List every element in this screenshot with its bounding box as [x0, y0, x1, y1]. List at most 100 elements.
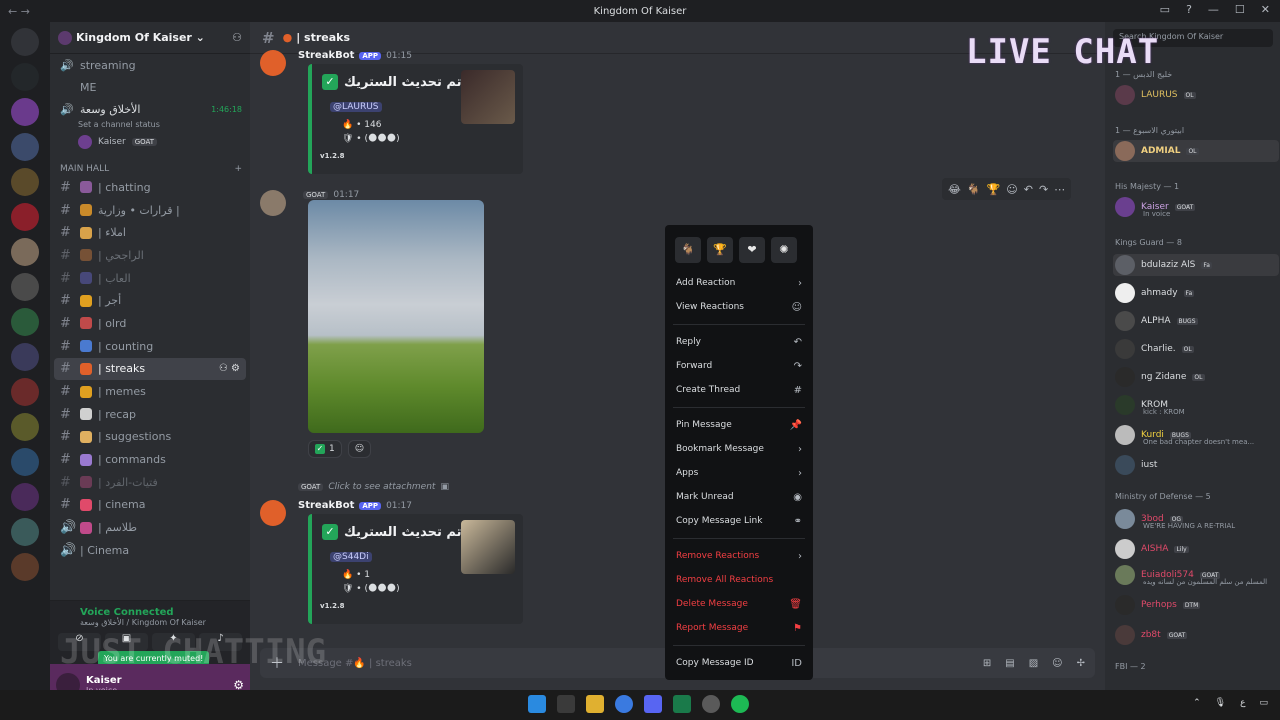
obs-icon[interactable]	[702, 695, 720, 713]
remove-reactions-menu-item[interactable]: Remove Reactions ›	[673, 544, 805, 568]
server-icon[interactable]	[11, 133, 39, 161]
member-row[interactable]: ahmady Fa	[1113, 282, 1279, 304]
gift-icon[interactable]: ⊞	[983, 658, 991, 669]
goat-emoji-icon[interactable]: 🐐	[675, 237, 701, 263]
avatar[interactable]	[260, 500, 286, 526]
member-row[interactable]: ng Zidane OL	[1113, 366, 1279, 388]
delete-menu-item[interactable]: Delete Message 🗑	[673, 592, 805, 616]
add-reaction-menu-item[interactable]: Add Reaction ›	[673, 271, 805, 295]
add-channel-icon[interactable]: +	[234, 164, 242, 174]
server-icon[interactable]	[11, 483, 39, 511]
channel-item[interactable]: # | recap	[54, 403, 246, 426]
server-icon[interactable]	[11, 343, 39, 371]
member-row[interactable]: Kaiser GOAT In voice	[1113, 196, 1279, 218]
chevron-up-icon[interactable]: ⌃	[1193, 698, 1201, 708]
add-member-icon[interactable]: ⚇	[232, 31, 242, 44]
channel-item[interactable]: # | فتيات-الفرد	[54, 471, 246, 494]
reaction-check[interactable]: ✓ 1	[308, 440, 342, 458]
reply-icon[interactable]: ↶	[1024, 183, 1033, 196]
server-header[interactable]: Kingdom Of Kaiser ⌄ ⚇	[50, 22, 250, 54]
trophy-emoji-icon[interactable]: 🏆	[987, 183, 1001, 196]
image-attachment[interactable]	[308, 200, 484, 433]
file-explorer-icon[interactable]	[586, 695, 604, 713]
server-icon[interactable]	[11, 238, 39, 266]
reply-preview[interactable]: GOAT Click to see attachment ▣	[298, 482, 449, 492]
avatar[interactable]	[260, 50, 286, 76]
server-icon[interactable]	[11, 378, 39, 406]
apps-icon[interactable]: ✢	[1077, 658, 1085, 669]
inbox-icon[interactable]: ▭	[1160, 3, 1170, 16]
avatar[interactable]	[260, 190, 286, 216]
report-menu-item[interactable]: Report Message ⚑	[673, 616, 805, 640]
server-icon[interactable]	[11, 553, 39, 581]
browser-icon[interactable]	[615, 695, 633, 713]
search-icon[interactable]	[557, 695, 575, 713]
voice-connected-label[interactable]: Voice Connected	[58, 607, 242, 618]
channel-item[interactable]: # | suggestions	[54, 426, 246, 449]
channel-item-streaks[interactable]: # | streaks ⚇ ⚙	[54, 357, 246, 381]
channel-item[interactable]: # | olrd	[54, 312, 246, 335]
channel-item[interactable]: # | chatting	[54, 176, 246, 199]
gif-icon[interactable]: ▤	[1005, 658, 1014, 669]
minimize-button[interactable]: —	[1208, 3, 1219, 16]
voice-location[interactable]: الأخلاق وسعة / Kingdom Of Kaiser	[58, 618, 242, 627]
laugh-emoji-icon[interactable]: 😂	[948, 183, 961, 196]
excel-icon[interactable]	[673, 695, 691, 713]
server-icon[interactable]	[11, 413, 39, 441]
copy-link-menu-item[interactable]: Copy Message Link ⚭	[673, 509, 805, 533]
server-icon[interactable]	[11, 98, 39, 126]
channel-item[interactable]: # | commands	[54, 448, 246, 471]
home-icon[interactable]	[11, 28, 39, 56]
sticker-icon[interactable]: ▨	[1029, 658, 1038, 669]
emoji-icon[interactable]: ☺	[1052, 658, 1062, 669]
battery-icon[interactable]: ▭	[1259, 698, 1268, 708]
member-row[interactable]: Charlie. OL	[1113, 338, 1279, 360]
server-icon[interactable]	[11, 448, 39, 476]
channel-item[interactable]: # | counting	[54, 335, 246, 358]
channel-item[interactable]: # | أجر	[54, 289, 246, 312]
maximize-button[interactable]: ☐	[1235, 3, 1245, 16]
server-icon[interactable]	[11, 518, 39, 546]
apps-menu-item[interactable]: Apps ›	[673, 461, 805, 485]
author-name[interactable]: StreakBot	[298, 50, 354, 61]
reply-menu-item[interactable]: Reply ↶	[673, 330, 805, 354]
channel-item[interactable]: # | memes	[54, 380, 246, 403]
help-icon[interactable]: ?	[1186, 3, 1192, 16]
language-indicator[interactable]: ع	[1240, 698, 1245, 708]
trophy-emoji-icon[interactable]: 🏆	[707, 237, 733, 263]
channel-item[interactable]: # | العاب	[54, 267, 246, 290]
sparkle-emoji-icon[interactable]: ✺	[771, 237, 797, 263]
member-row[interactable]: LAURUS OL	[1113, 84, 1279, 106]
embed-thumbnail[interactable]	[461, 70, 515, 124]
server-icon[interactable]	[11, 273, 39, 301]
member-row[interactable]: KROM kick : KROM	[1113, 394, 1279, 416]
member-row[interactable]: Perhops DTM	[1113, 594, 1279, 616]
member-row[interactable]: AISHA Lily	[1113, 538, 1279, 560]
member-row[interactable]: Kurdi BUGS One bad chapter doesn't mea...	[1113, 424, 1279, 446]
user-mention[interactable]: @S44Di	[330, 552, 372, 562]
author-name[interactable]: StreakBot	[298, 500, 354, 511]
bookmark-menu-item[interactable]: Bookmark Message ›	[673, 437, 805, 461]
server-icon[interactable]	[11, 168, 39, 196]
member-row[interactable]: 3bod OG WE'RE HAVING A RE-TRIAL	[1113, 508, 1279, 530]
voice-channel[interactable]: ME	[50, 76, 250, 98]
more-icon[interactable]: ⋯	[1054, 183, 1065, 196]
channel-item[interactable]: # | cinema	[54, 494, 246, 517]
member-row[interactable]: zb8t GOAT	[1113, 624, 1279, 646]
mic-icon[interactable]: 🎙	[1215, 698, 1226, 708]
member-row[interactable]: ALPHA BUGS	[1113, 310, 1279, 332]
member-row[interactable]: ADMIAL OL	[1113, 140, 1279, 162]
channel-item[interactable]: # | املاء	[54, 221, 246, 244]
voice-user[interactable]: Kaiser GOAT	[50, 132, 250, 152]
mark-unread-menu-item[interactable]: Mark Unread ◉	[673, 485, 805, 509]
create-thread-menu-item[interactable]: Create Thread #	[673, 378, 805, 402]
close-button[interactable]: ✕	[1261, 3, 1270, 16]
channel-settings-icon[interactable]: ⚇ ⚙	[219, 363, 240, 374]
member-row[interactable]: Euiadoli574 GOAT المسلم من سلم المسلمون من…	[1113, 564, 1279, 586]
remove-all-reactions-menu-item[interactable]: Remove All Reactions	[673, 568, 805, 592]
forward-menu-item[interactable]: Forward ↷	[673, 354, 805, 378]
spotify-icon[interactable]	[731, 695, 749, 713]
server-icon[interactable]	[11, 308, 39, 336]
channel-status[interactable]: Set a channel status	[50, 120, 250, 132]
member-row[interactable]: bdulaziz AlS Fa	[1113, 254, 1279, 276]
